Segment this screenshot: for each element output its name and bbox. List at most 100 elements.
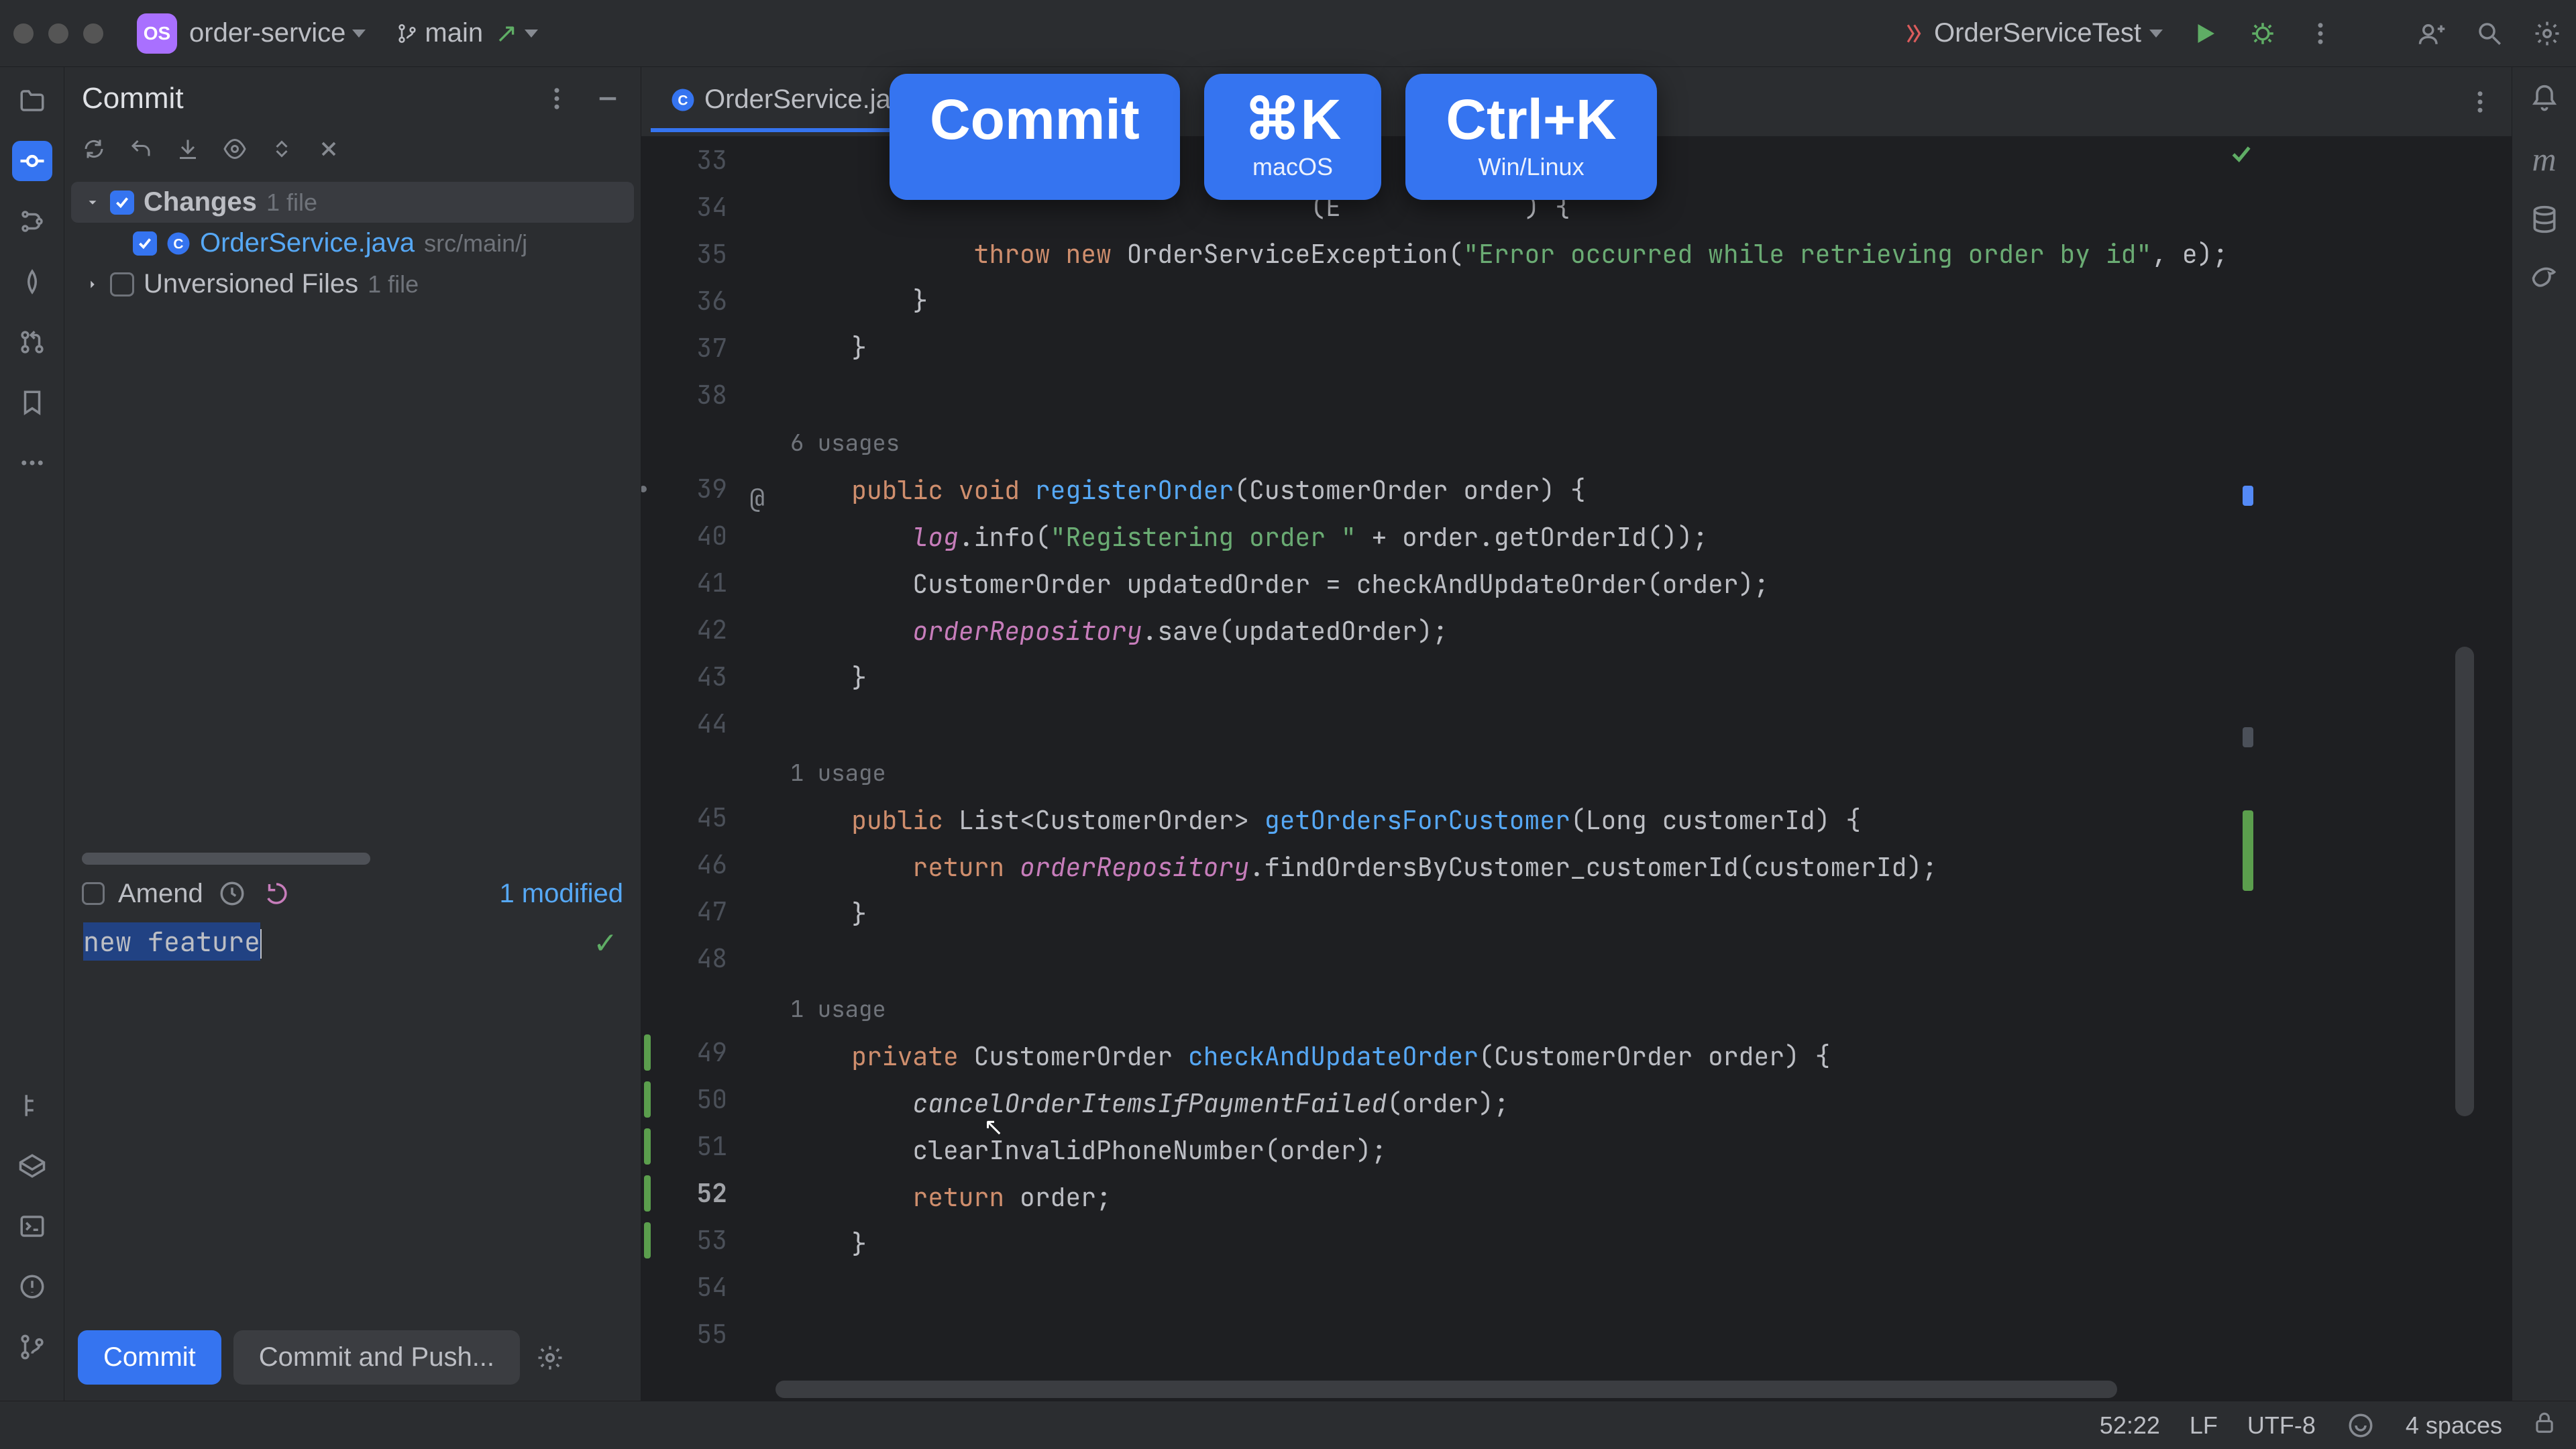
commit-options-icon[interactable]: [535, 1342, 566, 1373]
commit-msg-ok-icon: ✓: [593, 926, 618, 961]
commit-actions: Commit Commit and Push...: [64, 1317, 641, 1401]
changed-file-name: OrderService.java: [200, 228, 415, 258]
commit-tool-icon[interactable]: [12, 141, 52, 181]
editor-body[interactable]: 33 34 35 36 37 38 39@ 40 41 42 43 44 45 …: [641, 137, 2512, 1401]
commit-button[interactable]: Commit: [78, 1330, 221, 1385]
horizontal-scrollbar[interactable]: [775, 1381, 2465, 1398]
tab-file-name: OrderService.java: [704, 85, 919, 115]
commit-toolbar: [64, 130, 641, 176]
shortcut-card-commit: Commit: [890, 74, 1180, 200]
card-shortcut: Ctrl+K: [1446, 90, 1616, 149]
database-tool-icon[interactable]: [2529, 204, 2560, 235]
services-tool-icon[interactable]: [12, 262, 52, 302]
editor-gutter[interactable]: 33 34 35 36 37 38 39@ 40 41 42 43 44 45 …: [641, 137, 742, 1401]
run-button[interactable]: [2190, 18, 2220, 49]
commit-message-area[interactable]: new feature ✓: [64, 914, 641, 1317]
vcs-tool-icon[interactable]: [12, 1327, 52, 1367]
project-selector[interactable]: order-service: [189, 18, 366, 48]
run-tool-icon[interactable]: [12, 1146, 52, 1186]
file-encoding[interactable]: UTF-8: [2247, 1411, 2316, 1440]
more-actions-button[interactable]: [2305, 18, 2336, 49]
line-separator[interactable]: LF: [2190, 1411, 2218, 1440]
indent-setting[interactable]: 4 spaces: [2406, 1411, 2502, 1440]
editor-marker-bar[interactable]: [2228, 137, 2259, 1401]
pull-requests-tool-icon[interactable]: [12, 322, 52, 362]
code-content[interactable]: ) (E ) { throw new OrderServiceException…: [742, 137, 2228, 1401]
unversioned-label: Unversioned Files: [144, 269, 358, 299]
gradle-tool-icon[interactable]: [2529, 260, 2560, 291]
java-class-icon: C: [166, 231, 191, 256]
zoom-window-icon[interactable]: [83, 23, 103, 44]
usages-hint[interactable]: 1 usage: [790, 758, 886, 788]
terminal-tool-icon[interactable]: [12, 1206, 52, 1246]
marker-change[interactable]: [2243, 810, 2253, 891]
history-icon[interactable]: [217, 878, 248, 909]
changes-label: Changes: [144, 187, 257, 217]
shortcut-card-mac: ⌘K macOS: [1204, 74, 1382, 200]
java-class-icon: C: [671, 88, 695, 112]
amend-bar: Amend 1 modified: [64, 867, 641, 914]
horizontal-scrollbar[interactable]: [82, 853, 370, 865]
override-icon[interactable]: @: [749, 475, 765, 522]
collaborate-button[interactable]: [2416, 18, 2447, 49]
usages-hint[interactable]: 6 usages: [790, 428, 900, 458]
debug-button[interactable]: [2247, 18, 2278, 49]
branch-name: main: [425, 18, 483, 48]
usages-hint[interactable]: 1 usage: [790, 994, 886, 1024]
bookmarks-tool-icon[interactable]: [12, 382, 52, 423]
refresh-icon[interactable]: [82, 137, 106, 167]
svg-text:C: C: [173, 236, 183, 252]
minimize-panel-icon[interactable]: [592, 83, 623, 114]
revert-icon[interactable]: [317, 137, 341, 167]
breakpoint-dot-icon[interactable]: [641, 486, 647, 492]
amend-checkbox[interactable]: [82, 882, 105, 905]
changelist-icon[interactable]: [270, 137, 294, 167]
collapse-icon[interactable]: [85, 277, 101, 292]
unversioned-count: 1 file: [368, 270, 419, 299]
diff-icon[interactable]: [223, 137, 247, 167]
chevron-down-icon: [525, 30, 538, 38]
project-tool-icon[interactable]: [12, 80, 52, 121]
changes-tree[interactable]: Changes 1 file C OrderService.java src/m…: [64, 176, 641, 867]
project-name: order-service: [189, 18, 345, 48]
modified-link[interactable]: 1 modified: [499, 879, 623, 909]
settings-button[interactable]: [2532, 18, 2563, 49]
run-config-name: OrderServiceTest: [1934, 18, 2141, 48]
changes-group-row[interactable]: Changes 1 file: [71, 182, 634, 223]
checkbox-checked-icon[interactable]: [133, 231, 157, 256]
minimize-window-icon[interactable]: [48, 23, 68, 44]
expand-icon[interactable]: [85, 195, 101, 210]
problems-tool-icon[interactable]: [12, 1267, 52, 1307]
rollback-icon[interactable]: [129, 137, 153, 167]
close-window-icon[interactable]: [13, 23, 34, 44]
card-platform: macOS: [1252, 153, 1333, 181]
run-config-selector[interactable]: OrderServiceTest: [1900, 18, 2163, 48]
vertical-scrollbar[interactable]: [2455, 647, 2474, 1116]
caret-position[interactable]: 52:22: [2100, 1411, 2160, 1440]
unversioned-group-row[interactable]: Unversioned Files 1 file: [71, 264, 634, 305]
marker[interactable]: [2243, 727, 2253, 747]
commit-and-push-button[interactable]: Commit and Push...: [233, 1330, 520, 1385]
ai-commit-icon[interactable]: [261, 878, 292, 909]
shortcut-overlay: Commit ⌘K macOS Ctrl+K Win/Linux: [890, 74, 1657, 200]
branch-selector[interactable]: main ↗: [396, 18, 537, 49]
panel-options-icon[interactable]: [541, 83, 572, 114]
checkbox-unchecked-icon[interactable]: [110, 272, 134, 297]
tab-more-icon[interactable]: [2465, 87, 2496, 117]
marker-usage[interactable]: [2243, 486, 2253, 506]
commit-message-text[interactable]: new feature: [83, 922, 260, 961]
search-everywhere-button[interactable]: [2474, 18, 2505, 49]
structure-tool-icon[interactable]: [12, 201, 52, 241]
readonly-lock-icon[interactable]: [2532, 1409, 2557, 1441]
inspections-ok-icon[interactable]: [2228, 141, 2255, 174]
shelve-icon[interactable]: [176, 137, 200, 167]
more-tools-icon[interactable]: [12, 443, 52, 483]
reader-mode-icon[interactable]: [2345, 1410, 2376, 1441]
changed-file-row[interactable]: C OrderService.java src/main/j: [71, 223, 634, 264]
notifications-icon[interactable]: [2529, 83, 2560, 114]
right-stripe: m: [2512, 67, 2576, 1401]
checkbox-checked-icon[interactable]: [110, 191, 134, 215]
run-config-icon: [1900, 21, 1926, 46]
build-tool-icon[interactable]: [12, 1085, 52, 1126]
maven-tool-icon[interactable]: m: [2532, 140, 2556, 178]
